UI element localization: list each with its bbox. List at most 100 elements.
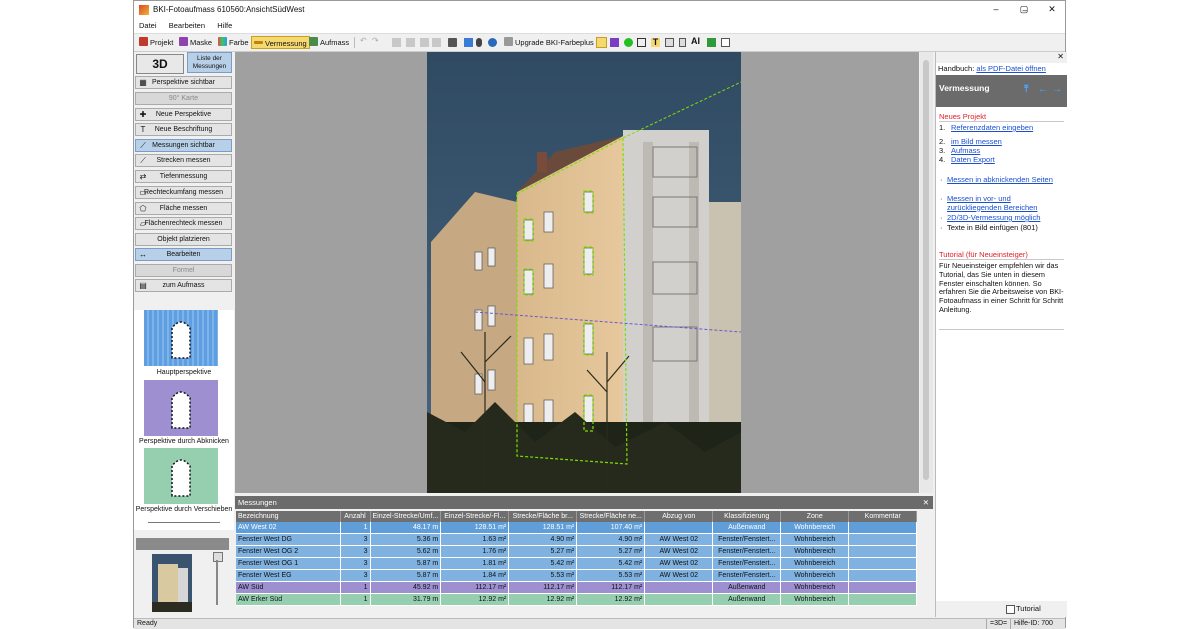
upgrade-button[interactable]: Upgrade BKI-Farbeplus xyxy=(502,36,596,49)
tool-button[interactable]: ▱ Flächenrechteck messen xyxy=(135,217,232,230)
perspective-thumb-main[interactable] xyxy=(144,310,218,366)
arrow-top-icon[interactable]: ⤒ xyxy=(1024,84,1028,95)
menu-bearbeiten[interactable]: Bearbeiten xyxy=(164,19,210,33)
tutorial-checkbox-label: Tutorial xyxy=(1016,604,1041,613)
zoom-slider-track[interactable] xyxy=(216,560,218,605)
tool-button[interactable]: ✚ Neue Perspektive xyxy=(135,108,232,121)
ai-icon[interactable]: AI xyxy=(691,37,703,46)
scrollbar-thumb[interactable] xyxy=(923,60,929,480)
tool-button[interactable]: ⟋ Messungen sichtbar xyxy=(135,139,232,152)
table-row[interactable]: Fenster West EG 3 5.87 m 1.84 m² 5.53 m² 5.53… xyxy=(236,569,918,582)
export-icon[interactable] xyxy=(721,38,730,47)
dropdown-icon[interactable] xyxy=(476,38,482,47)
maske-button[interactable]: Maske xyxy=(177,36,214,49)
close-window-button[interactable]: ✕ xyxy=(1045,3,1059,15)
close-icon[interactable]: ✕ xyxy=(1057,52,1064,61)
farbe-button[interactable]: Farbe xyxy=(216,36,251,49)
table-cell: 31.79 m xyxy=(370,593,442,606)
table-row[interactable]: Fenster West DG 3 5.36 m 1.63 m² 4.90 m² 4.90… xyxy=(236,533,918,546)
undo-icon[interactable]: ↶ xyxy=(360,36,369,45)
column-header[interactable]: Anzahl xyxy=(340,511,371,522)
cut-icon[interactable] xyxy=(392,38,401,47)
tool-button[interactable]: T Neue Beschriftung xyxy=(135,123,232,136)
table-cell: 128.51 m² xyxy=(508,522,578,534)
building-photo[interactable] xyxy=(235,52,919,493)
help-bullet-link[interactable]: Messen in vor- und zurückliegenden Berei… xyxy=(947,194,1037,212)
vermessung-button[interactable]: Vermessung xyxy=(251,36,310,49)
tool-button[interactable]: Objekt platzieren xyxy=(135,233,232,246)
perspective-icon: ▦ xyxy=(139,78,147,87)
table-row[interactable]: Fenster West OG 2 3 5.62 m 1.76 m² 5.27 m² 5.… xyxy=(236,545,918,558)
print-icon[interactable] xyxy=(448,38,457,47)
liste-der-messungen-button[interactable]: Liste der Messungen xyxy=(187,52,232,73)
column-header[interactable]: Strecke/Fläche br... xyxy=(508,511,578,522)
minimize-window-button[interactable]: – xyxy=(989,3,1003,15)
arrow-forward-icon[interactable]: → xyxy=(1052,84,1062,95)
tool-button[interactable]: ▤ zum Aufmass xyxy=(135,279,232,292)
tool-button[interactable]: ⟋ Strecken messen xyxy=(135,154,232,167)
table-row[interactable]: AW Süd 1 45.92 m 112.17 m² 112.17 m² 112.17 m… xyxy=(236,581,918,594)
column-header[interactable]: Zone xyxy=(780,511,850,522)
perspective-thumb-verschieben[interactable] xyxy=(144,448,218,504)
delete-icon[interactable] xyxy=(432,38,441,47)
aufmass-button[interactable]: Aufmass xyxy=(307,36,351,49)
handbuch-row: Handbuch: als PDF-Datei öffnen xyxy=(938,64,1046,73)
zoom-slider-handle[interactable] xyxy=(213,552,223,562)
help-step-link[interactable]: im Bild messen xyxy=(951,137,1002,146)
distance-icon: ⟋ xyxy=(140,156,146,165)
perspective-label: Perspektive durch Abknicken xyxy=(139,438,229,445)
menu-hilfe[interactable]: Hilfe xyxy=(212,19,237,33)
help-icon[interactable] xyxy=(488,38,497,47)
tool-button[interactable]: ▦ Perspektive sichtbar xyxy=(135,76,232,89)
column-header[interactable]: Bezeichnung xyxy=(236,511,341,522)
help-step-link[interactable]: Daten Export xyxy=(951,155,995,164)
table-row[interactable]: AW Erker Süd 1 31.79 m 12.92 m² 12.92 m² 12.9… xyxy=(236,593,918,606)
column-header[interactable]: Klassifizierung xyxy=(712,511,782,522)
column-header[interactable]: Strecke/Fläche ne... xyxy=(576,511,646,522)
tool-button[interactable]: ▭ Rechteckumfang messen xyxy=(135,186,232,199)
table-row[interactable]: AW West 02 1 48.17 m 128.51 m² 128.51 m² 107.… xyxy=(236,522,918,534)
table-cell: Fenster/Fenstert... xyxy=(712,569,782,582)
paste-icon[interactable] xyxy=(420,38,429,47)
redo-icon[interactable]: ↷ xyxy=(372,36,381,45)
new-perspective-icon: ✚ xyxy=(139,110,147,119)
phone-icon[interactable] xyxy=(679,38,686,47)
list-icon[interactable] xyxy=(637,38,646,47)
help-step-link[interactable]: Referenzdaten eingeben xyxy=(951,123,1033,132)
menu-datei[interactable]: Datei xyxy=(134,19,162,33)
table-cell xyxy=(848,557,918,570)
column-header[interactable]: Einzel-Strecke/-Fl... xyxy=(440,511,510,522)
help-bullet-link[interactable]: Messen in abknickenden Seiten xyxy=(947,175,1053,184)
excel-icon[interactable] xyxy=(707,38,716,47)
maximize-button[interactable]: ▢ xyxy=(1017,3,1031,15)
table-cell: 48.17 m xyxy=(370,522,442,534)
copy-icon[interactable] xyxy=(406,38,415,47)
photo-thumbnail[interactable] xyxy=(152,554,192,612)
table-row[interactable]: Fenster West OG 1 3 5.87 m 1.81 m² 5.42 m² 5.… xyxy=(236,557,918,570)
tutorial-checkbox[interactable] xyxy=(1006,605,1015,614)
column-header[interactable]: Kommentar xyxy=(848,511,918,522)
handbuch-pdf-link[interactable]: als PDF-Datei öffnen xyxy=(976,64,1045,73)
tool-button[interactable]: ⬠ Fläche messen xyxy=(135,202,232,215)
help-step-link[interactable]: Aufmass xyxy=(951,146,980,155)
tool-button[interactable]: ⇄ Tiefenmessung xyxy=(135,170,232,183)
column-header[interactable]: Einzel-Strecke/Umf... xyxy=(370,511,442,522)
text-tool-icon[interactable]: T xyxy=(651,38,660,47)
3d-button[interactable]: 3D xyxy=(136,54,184,74)
tool-button[interactable]: ↔ Bearbeiten xyxy=(135,248,232,261)
translate-icon[interactable] xyxy=(464,38,473,47)
pen-icon[interactable] xyxy=(610,38,619,47)
image-scrollbar[interactable] xyxy=(920,52,933,493)
column-header[interactable]: Abzug von xyxy=(644,511,714,522)
perspective-thumb-abknicken[interactable] xyxy=(144,380,218,436)
table-cell: Fenster West EG xyxy=(236,569,341,582)
home-icon[interactable] xyxy=(665,38,674,47)
point-icon[interactable] xyxy=(624,38,633,47)
close-icon[interactable]: ✕ xyxy=(923,496,929,509)
help-bullet-link[interactable]: 2D/3D-Vermessung möglich xyxy=(947,213,1040,222)
arrow-back-icon[interactable]: ← xyxy=(1038,84,1048,95)
projekt-button[interactable]: Projekt xyxy=(137,36,175,49)
image-viewport[interactable] xyxy=(235,52,919,493)
tool-button-label: Flächenrechteck messen xyxy=(144,220,223,227)
measure-tool-icon[interactable] xyxy=(596,37,607,48)
